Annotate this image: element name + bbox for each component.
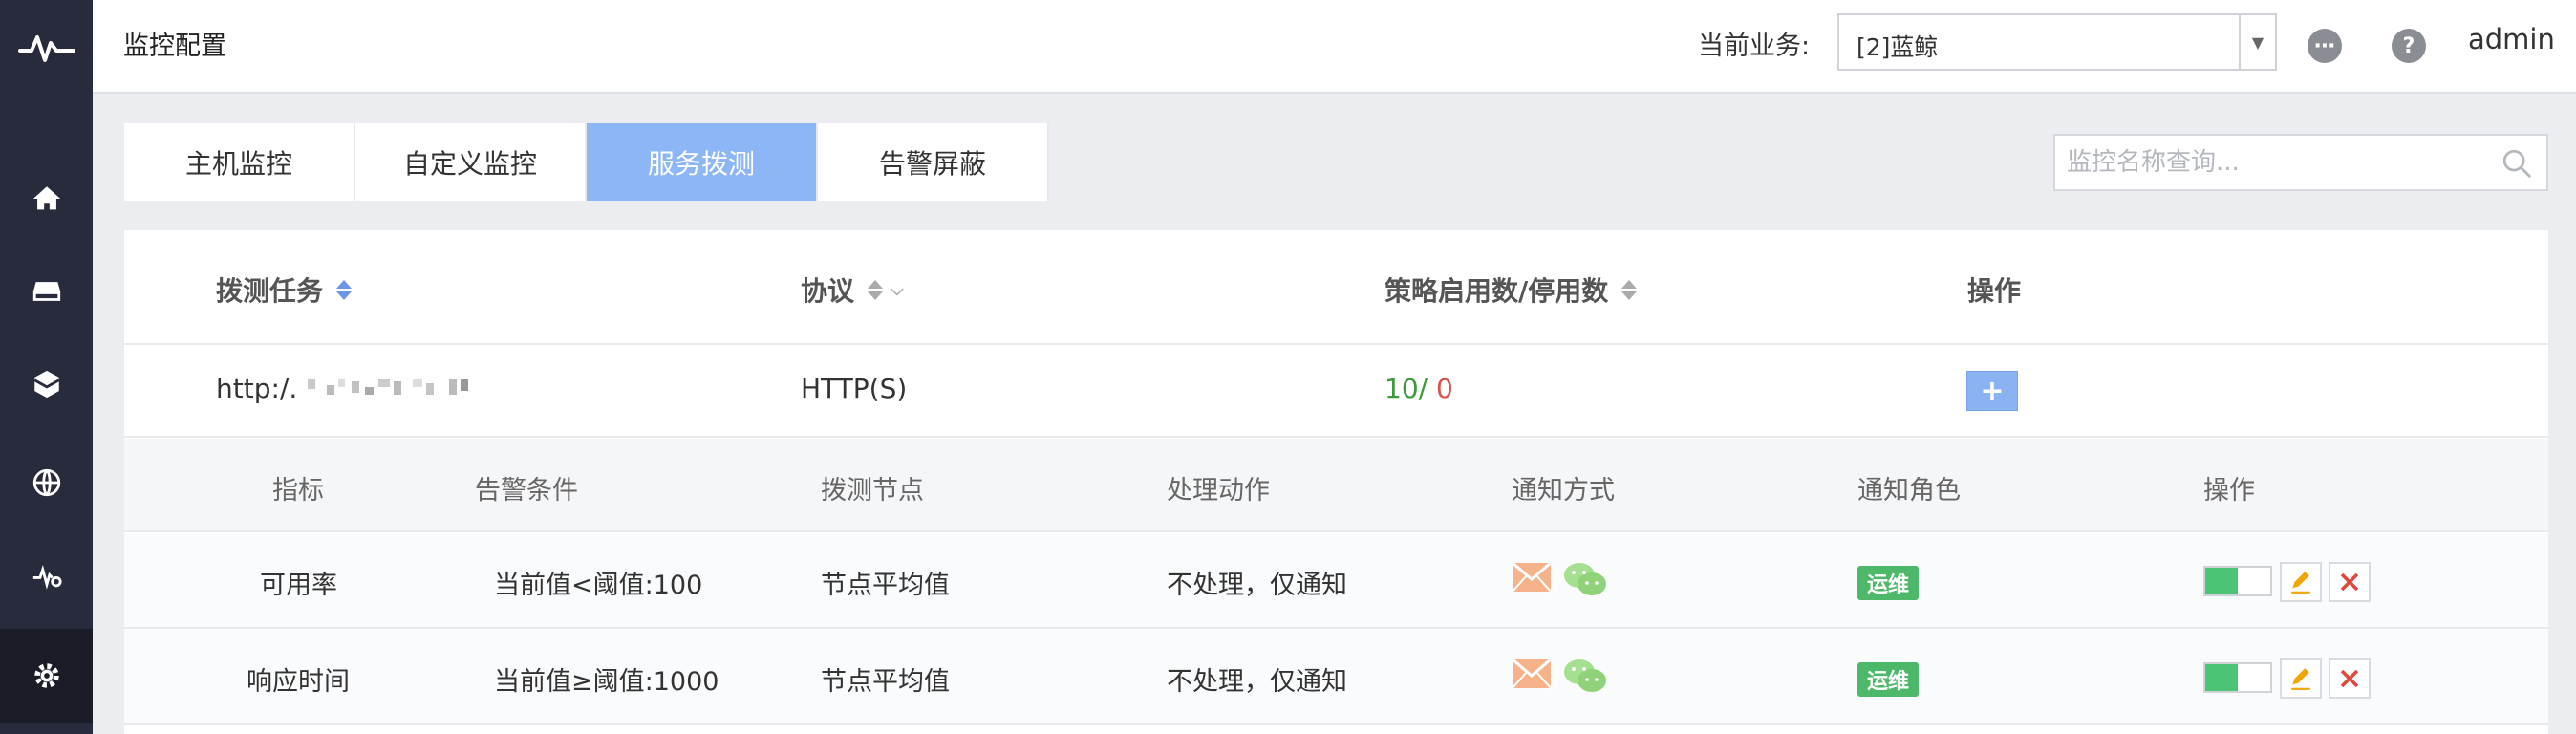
chevron-down-icon[interactable]: ▼ (2239, 15, 2275, 69)
sidebar-item-server[interactable] (0, 245, 93, 338)
enable-toggle[interactable] (2203, 566, 2272, 596)
home-icon (32, 186, 60, 210)
toggle-fill (2205, 664, 2238, 691)
wechat-icon (1564, 563, 1606, 595)
delete-button[interactable] (2329, 658, 2371, 699)
page-title: 监控配置 (123, 32, 226, 61)
sidebar-item-box[interactable] (0, 337, 93, 431)
subheader-action: 处理动作 (1167, 476, 1270, 506)
row-node: 节点平均值 (821, 667, 950, 697)
row-condition: 当前值<阈值:100 (494, 571, 703, 600)
user-name[interactable]: admin (2468, 23, 2555, 55)
sidebar-item-globe[interactable] (0, 436, 93, 529)
tab-host-monitor[interactable]: 主机监控 (124, 123, 355, 201)
redacted-url-mosaic (308, 379, 469, 395)
strategy-subheader: 指标 告警条件 拨测节点 处理动作 通知方式 通知角色 操作 (124, 439, 2548, 532)
pencil-icon (2291, 668, 2310, 690)
row-node: 节点平均值 (821, 571, 950, 600)
tab-custom-monitor[interactable]: 自定义监控 (355, 123, 587, 201)
search-icon[interactable] (2501, 147, 2533, 180)
subheader-role: 通知角色 (1857, 476, 1961, 506)
delete-button[interactable] (2329, 562, 2371, 602)
business-label: 当前业务: (1698, 32, 1811, 61)
table-header: 拨测任务 协议 ⌵ 策略启用数/停用数 操作 (124, 230, 2548, 345)
strategy-row[interactable]: 可用率 当前值<阈值:100 节点平均值 不处理，仅通知 运维 (124, 533, 2548, 629)
subheader-metric: 指标 (272, 476, 324, 506)
task-protocol: HTTP(S) (801, 373, 908, 404)
tab-alert-mask[interactable]: 告警屏蔽 (818, 123, 1049, 201)
subheader-notify: 通知方式 (1512, 476, 1615, 506)
enabled-count: 10/ (1385, 373, 1428, 404)
table-row[interactable]: http:/. HTTP(S) 10/ 0 + (124, 346, 2548, 438)
header-task[interactable]: 拨测任务 (216, 270, 353, 309)
row-action: 不处理，仅通知 (1167, 667, 1347, 697)
help-icon[interactable]: ? (2392, 29, 2426, 63)
subheader-ops: 操作 (2203, 476, 2255, 506)
search-input[interactable] (2055, 136, 2495, 189)
edit-button[interactable] (2280, 658, 2322, 699)
header-protocol-label: 协议 (801, 275, 855, 307)
header-strategy[interactable]: 策略启用数/停用数 (1385, 270, 1638, 309)
tab-service-probe[interactable]: 服务拨测 (587, 123, 818, 201)
row-condition: 当前值≥阈值:1000 (494, 667, 719, 697)
sort-icon[interactable] (868, 279, 884, 300)
header-protocol[interactable]: 协议 ⌵ (801, 270, 904, 309)
subheader-condition: 告警条件 (475, 476, 578, 506)
role-badge: 运维 (1857, 662, 1920, 697)
strategy-row[interactable]: 响应时间 当前值≥阈值:1000 节点平均值 不处理，仅通知 运维 (124, 630, 2548, 725)
row-metric: 响应时间 (247, 667, 350, 697)
server-icon (32, 282, 60, 301)
sidebar-item-monitor[interactable] (0, 529, 93, 623)
header-task-label: 拨测任务 (216, 275, 324, 307)
close-icon (2340, 572, 2359, 592)
edit-button[interactable] (2280, 562, 2322, 602)
enable-toggle[interactable] (2203, 662, 2272, 693)
business-select[interactable]: [2]蓝鲸 ▼ (1837, 13, 2277, 71)
pencil-icon (2291, 572, 2310, 594)
close-icon (2340, 669, 2359, 688)
toggle-fill (2205, 568, 2238, 594)
row-metric: 可用率 (260, 571, 337, 600)
mail-icon (1512, 562, 1552, 593)
subheader-node: 拨测节点 (821, 476, 924, 506)
monitor-pulse-icon (32, 565, 62, 590)
top-header: 监控配置 当前业务: [2]蓝鲸 ▼ ⋯ ? admin (93, 0, 2576, 94)
probe-table: 拨测任务 协议 ⌵ 策略启用数/停用数 操作 http:/. HTTP(S) 1… (124, 230, 2548, 734)
row-action: 不处理，仅通知 (1167, 571, 1347, 600)
disabled-count: 0 (1428, 373, 1453, 404)
gear-icon (33, 663, 59, 688)
add-strategy-button[interactable]: + (1966, 371, 2018, 411)
globe-icon (32, 468, 60, 497)
sidebar-item-home[interactable] (0, 152, 93, 246)
header-actions: 操作 (1967, 275, 2022, 307)
mail-icon (1512, 658, 1552, 689)
task-url[interactable]: http:/. (216, 373, 473, 404)
box-icon (33, 370, 59, 399)
task-strategy-count: 10/ 0 (1385, 373, 1453, 404)
sort-icon[interactable] (336, 279, 353, 300)
role-badge: 运维 (1857, 566, 1920, 600)
header-strategy-label: 策略启用数/停用数 (1385, 275, 1609, 307)
sidebar-item-settings[interactable] (0, 629, 93, 723)
more-icon[interactable]: ⋯ (2308, 29, 2342, 63)
search-box (2053, 134, 2548, 191)
business-select-value: [2]蓝鲸 (1857, 33, 1939, 61)
tab-bar: 主机监控 自定义监控 服务拨测 告警屏蔽 (124, 123, 1049, 201)
sidebar (0, 0, 93, 734)
task-url-text: http:/. (216, 373, 298, 404)
logo-pulse-icon[interactable] (0, 0, 93, 94)
sort-icon[interactable] (1621, 279, 1638, 300)
wechat-icon (1564, 659, 1606, 692)
filter-chevron-icon[interactable]: ⌵ (891, 280, 904, 300)
